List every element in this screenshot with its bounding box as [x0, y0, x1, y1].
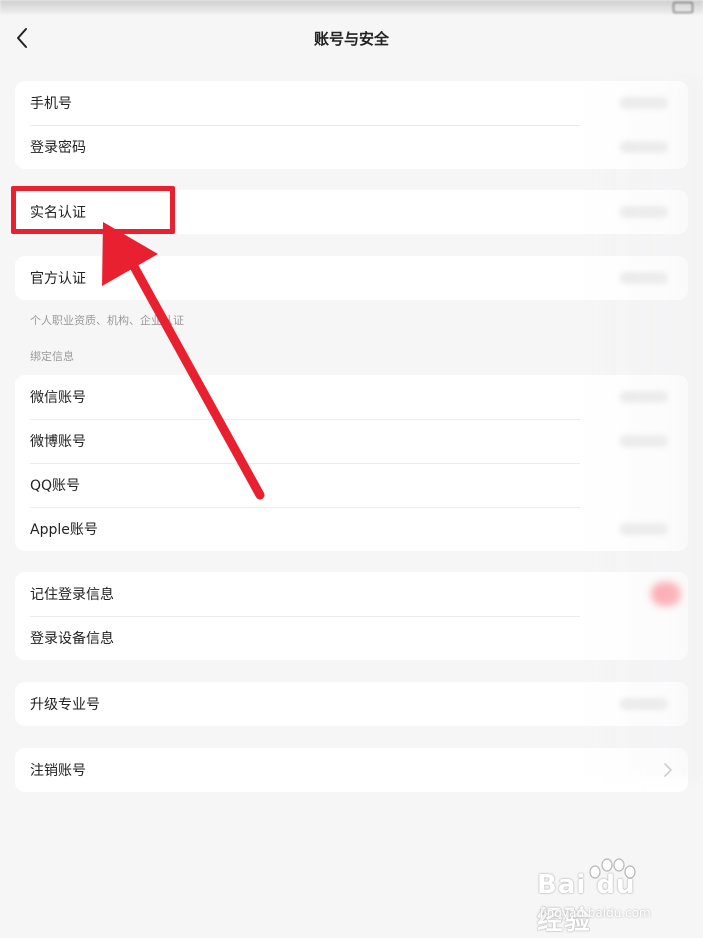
page-title: 账号与安全: [313, 30, 389, 48]
official-note: 个人职业资质、机构、企业认证: [30, 314, 184, 327]
password-value-blurred: [620, 141, 668, 153]
remember-login-toggle[interactable]: [651, 582, 681, 606]
upgrade-card: 升级专业号: [15, 682, 688, 726]
apple-value-blurred: [620, 523, 668, 535]
official-row[interactable]: 官方认证: [15, 256, 688, 300]
nav-header: 账号与安全: [0, 14, 703, 64]
apple-label: Apple账号: [30, 522, 98, 538]
wechat-row[interactable]: 微信账号: [15, 375, 688, 419]
upgrade-row[interactable]: 升级专业号: [15, 682, 688, 726]
watermark-url: jingyan.baidu.com: [540, 906, 651, 920]
cancel-account-label: 注销账号: [30, 763, 86, 779]
binding-card: 微信账号 微博账号 QQ账号 Apple账号: [15, 375, 688, 551]
weibo-row[interactable]: 微博账号: [15, 419, 688, 463]
phone-row[interactable]: 手机号: [15, 81, 688, 125]
weibo-value-blurred: [620, 435, 668, 447]
phone-value-blurred: [620, 97, 668, 109]
apple-row[interactable]: Apple账号: [15, 507, 688, 551]
annotation-highlight-box: [11, 186, 175, 234]
qq-label: QQ账号: [30, 478, 81, 494]
wechat-label: 微信账号: [30, 390, 86, 406]
weibo-label: 微博账号: [30, 434, 86, 450]
login-devices-row[interactable]: 登录设备信息: [15, 616, 688, 660]
upgrade-label: 升级专业号: [30, 697, 100, 713]
remember-login-row[interactable]: 记住登录信息: [15, 572, 688, 616]
phone-label: 手机号: [30, 96, 72, 112]
upgrade-value-blurred: [620, 698, 668, 710]
binding-section-header: 绑定信息: [30, 350, 74, 363]
chevron-right-icon: [664, 763, 672, 777]
realname-value-blurred: [620, 206, 668, 218]
official-label: 官方认证: [30, 271, 86, 287]
status-bar: [0, 0, 703, 14]
battery-icon: [673, 2, 693, 13]
baidu-jingyan-watermark: Bai du 经验 jingyan.baidu.com: [537, 858, 667, 936]
password-row[interactable]: 登录密码: [15, 125, 688, 169]
wechat-value-blurred: [620, 391, 668, 403]
cancel-card: 注销账号: [15, 748, 688, 792]
qq-row[interactable]: QQ账号: [15, 463, 688, 507]
account-card: 手机号 登录密码: [15, 81, 688, 169]
official-value-blurred: [620, 272, 668, 284]
login-card: 记住登录信息 登录设备信息: [15, 572, 688, 660]
cancel-account-row[interactable]: 注销账号: [15, 748, 688, 792]
watermark-brand: Bai du 经验: [537, 870, 636, 936]
official-card: 官方认证: [15, 256, 688, 300]
remember-login-label: 记住登录信息: [30, 587, 114, 603]
password-label: 登录密码: [30, 140, 86, 156]
login-devices-label: 登录设备信息: [30, 631, 114, 647]
